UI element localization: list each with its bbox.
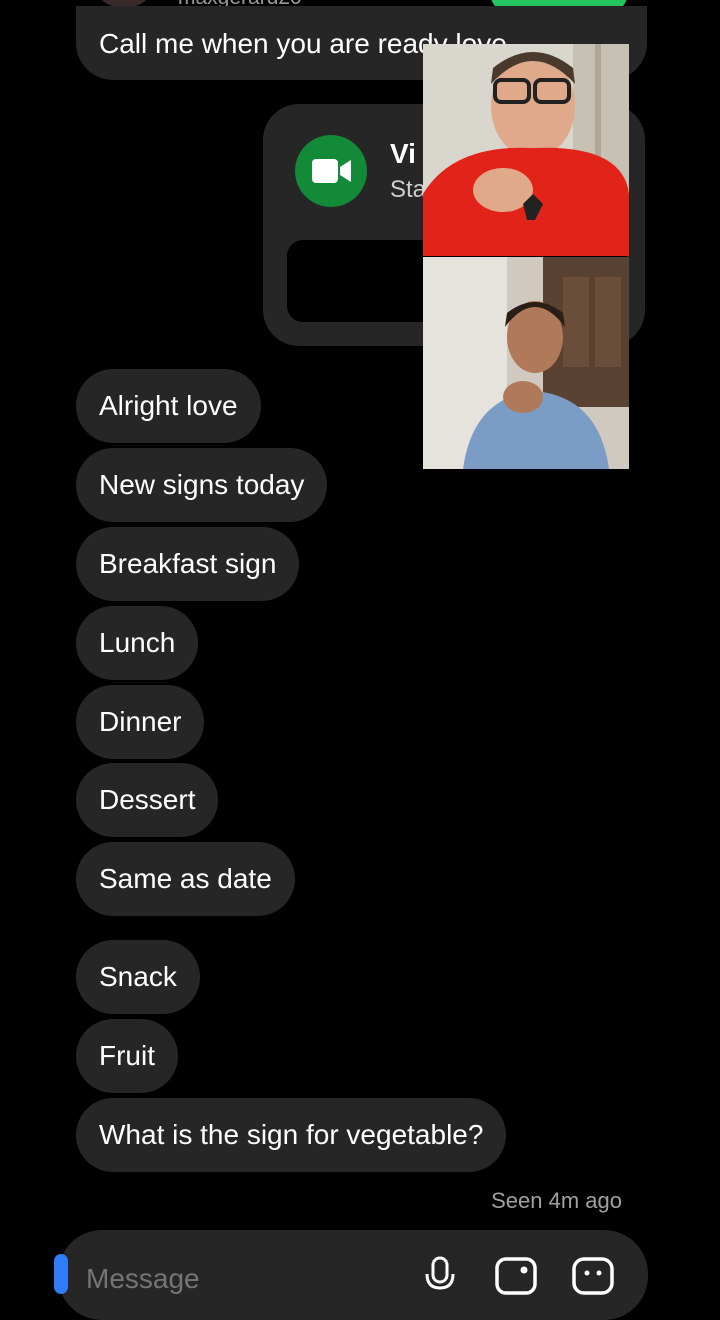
message-text: Dessert (99, 784, 196, 815)
message-bubble[interactable]: Same as date (76, 842, 295, 916)
message-bubble[interactable]: New signs today (76, 448, 328, 522)
message-bubble[interactable]: Snack (76, 940, 200, 1014)
message-text: Breakfast sign (99, 548, 277, 579)
message-text: Fruit (99, 1040, 155, 1071)
message-bubble[interactable]: Alright love (76, 369, 261, 443)
participant-video-frame (423, 257, 629, 469)
sticker-icon[interactable] (570, 1256, 616, 1296)
message-text: Lunch (99, 627, 176, 658)
video-chat-subtitle: Sta (390, 176, 427, 203)
message-text: What is the sign for vegetable? (99, 1119, 484, 1150)
camera-button[interactable] (54, 1254, 68, 1294)
message-bubble[interactable]: What is the sign for vegetable? (76, 1098, 507, 1172)
message-input[interactable] (84, 1262, 388, 1296)
image-icon[interactable] (494, 1256, 538, 1296)
message-bubble[interactable]: Lunch (76, 606, 199, 680)
microphone-icon[interactable] (422, 1254, 458, 1294)
message-text: Alright love (99, 390, 238, 421)
message-bubble[interactable]: Dinner (76, 685, 205, 759)
message-text: New signs today (99, 469, 305, 500)
message-bubble[interactable]: Fruit (76, 1019, 178, 1093)
video-participant-top[interactable] (423, 44, 629, 256)
participant-video-frame (423, 44, 629, 256)
message-bubble[interactable]: Dessert (76, 763, 219, 837)
video-participant-bottom[interactable] (423, 257, 629, 469)
seen-status: Seen 4m ago (491, 1188, 622, 1213)
message-text: Dinner (99, 706, 182, 737)
message-bubble[interactable]: Breakfast sign (76, 527, 300, 601)
video-chat-icon-badge (295, 135, 367, 207)
message-text: Snack (99, 961, 177, 992)
message-text: Same as date (99, 863, 272, 894)
video-chat-title: Vi (390, 138, 416, 169)
video-camera-icon (312, 159, 351, 183)
